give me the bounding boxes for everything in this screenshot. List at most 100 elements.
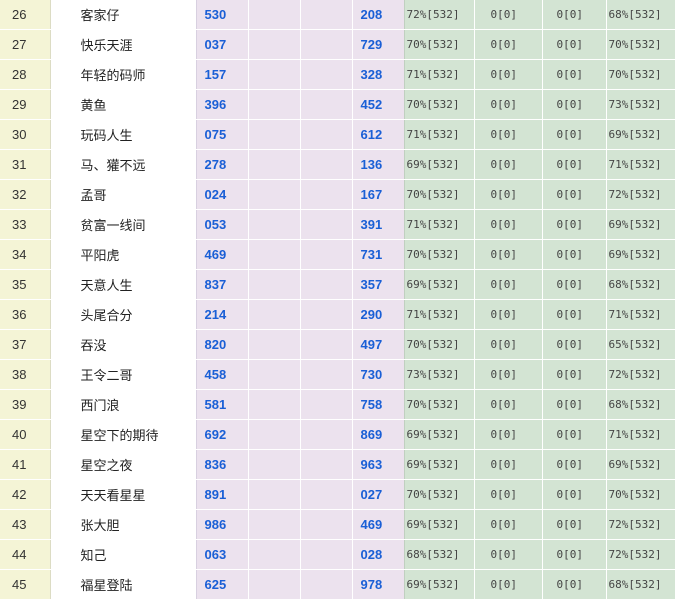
first-number-cell: 024 <box>196 179 249 210</box>
rate-cell-4: 72%[532] <box>606 539 675 570</box>
empty-cell <box>300 419 353 450</box>
rate-cell-1: 70%[532] <box>404 479 475 510</box>
empty-cell <box>300 479 353 510</box>
empty-cell <box>300 89 353 120</box>
rate-cell-3: 0[0] <box>542 149 607 180</box>
name-cell: 西门浪 <box>50 389 197 420</box>
empty-cell <box>300 509 353 540</box>
rate-cell-3: 0[0] <box>542 449 607 480</box>
table-row: 33 贫富一线间 053 391 71%[532] 0[0] 0[0] 69%[532] <box>0 209 675 240</box>
empty-cell <box>300 539 353 570</box>
rate-cell-2: 0[0] <box>474 569 543 600</box>
name-cell: 年轻的码师 <box>50 59 197 90</box>
first-number-cell: 581 <box>196 389 249 420</box>
name-cell: 客家仔 <box>50 0 197 30</box>
rate-cell-3: 0[0] <box>542 509 607 540</box>
rank-cell: 44 <box>0 539 51 570</box>
name-cell: 玩码人生 <box>50 119 197 150</box>
rate-cell-2: 0[0] <box>474 209 543 240</box>
rate-cell-2: 0[0] <box>474 179 543 210</box>
name-cell: 知己 <box>50 539 197 570</box>
name-cell: 福星登陆 <box>50 569 197 600</box>
rate-cell-1: 69%[532] <box>404 149 475 180</box>
second-number-cell: 729 <box>352 29 405 60</box>
second-number-cell: 497 <box>352 329 405 360</box>
rate-cell-2: 0[0] <box>474 509 543 540</box>
empty-cell <box>248 29 301 60</box>
rate-cell-4: 69%[532] <box>606 119 675 150</box>
name-cell: 黄鱼 <box>50 89 197 120</box>
rate-cell-4: 70%[532] <box>606 59 675 90</box>
rate-cell-4: 69%[532] <box>606 239 675 270</box>
rank-cell: 30 <box>0 119 51 150</box>
empty-cell <box>248 269 301 300</box>
empty-cell <box>248 239 301 270</box>
rate-cell-3: 0[0] <box>542 269 607 300</box>
name-cell: 吞没 <box>50 329 197 360</box>
second-number-cell: 391 <box>352 209 405 240</box>
rank-cell: 42 <box>0 479 51 510</box>
rate-cell-3: 0[0] <box>542 479 607 510</box>
empty-cell <box>248 569 301 600</box>
rate-cell-1: 72%[532] <box>404 0 475 30</box>
empty-cell <box>300 0 353 30</box>
name-cell: 星空下的期待 <box>50 419 197 450</box>
name-cell: 孟哥 <box>50 179 197 210</box>
rate-cell-2: 0[0] <box>474 449 543 480</box>
rank-cell: 35 <box>0 269 51 300</box>
rate-cell-1: 73%[532] <box>404 359 475 390</box>
rate-cell-2: 0[0] <box>474 0 543 30</box>
rank-cell: 34 <box>0 239 51 270</box>
empty-cell <box>248 0 301 30</box>
rank-cell: 37 <box>0 329 51 360</box>
empty-cell <box>300 569 353 600</box>
rate-cell-2: 0[0] <box>474 119 543 150</box>
rate-cell-4: 68%[532] <box>606 269 675 300</box>
table-row: 45 福星登陆 625 978 69%[532] 0[0] 0[0] 68%[532] <box>0 569 675 600</box>
rank-cell: 45 <box>0 569 51 600</box>
table-row: 40 星空下的期待 692 869 69%[532] 0[0] 0[0] 71%[532] <box>0 419 675 450</box>
rate-cell-1: 71%[532] <box>404 59 475 90</box>
rate-cell-4: 68%[532] <box>606 0 675 30</box>
empty-cell <box>248 329 301 360</box>
rate-cell-1: 69%[532] <box>404 419 475 450</box>
table-row: 27 快乐天涯 037 729 70%[532] 0[0] 0[0] 70%[532] <box>0 29 675 60</box>
rank-cell: 38 <box>0 359 51 390</box>
name-cell: 快乐天涯 <box>50 29 197 60</box>
rate-cell-3: 0[0] <box>542 389 607 420</box>
second-number-cell: 028 <box>352 539 405 570</box>
second-number-cell: 963 <box>352 449 405 480</box>
empty-cell <box>300 449 353 480</box>
rate-cell-1: 70%[532] <box>404 329 475 360</box>
rank-cell: 43 <box>0 509 51 540</box>
first-number-cell: 063 <box>196 539 249 570</box>
rate-cell-4: 71%[532] <box>606 299 675 330</box>
first-number-cell: 053 <box>196 209 249 240</box>
rate-cell-3: 0[0] <box>542 119 607 150</box>
rate-cell-3: 0[0] <box>542 329 607 360</box>
first-number-cell: 278 <box>196 149 249 180</box>
empty-cell <box>248 479 301 510</box>
first-number-cell: 837 <box>196 269 249 300</box>
rate-cell-1: 70%[532] <box>404 239 475 270</box>
table-row: 41 星空之夜 836 963 69%[532] 0[0] 0[0] 69%[532] <box>0 449 675 480</box>
second-number-cell: 452 <box>352 89 405 120</box>
rate-cell-2: 0[0] <box>474 59 543 90</box>
first-number-cell: 157 <box>196 59 249 90</box>
rate-cell-1: 71%[532] <box>404 299 475 330</box>
second-number-cell: 290 <box>352 299 405 330</box>
rate-cell-3: 0[0] <box>542 239 607 270</box>
name-cell: 贫富一线间 <box>50 209 197 240</box>
empty-cell <box>248 389 301 420</box>
rate-cell-2: 0[0] <box>474 299 543 330</box>
name-cell: 平阳虎 <box>50 239 197 270</box>
rate-cell-1: 68%[532] <box>404 539 475 570</box>
table-row: 29 黄鱼 396 452 70%[532] 0[0] 0[0] 73%[532] <box>0 89 675 120</box>
ranking-table-body: 26 客家仔 530 208 72%[532] 0[0] 0[0] 68%[532] 27 快乐天… <box>0 0 675 600</box>
name-cell: 张大胆 <box>50 509 197 540</box>
first-number-cell: 530 <box>196 0 249 30</box>
table-row: 30 玩码人生 075 612 71%[532] 0[0] 0[0] 69%[532] <box>0 119 675 150</box>
second-number-cell: 869 <box>352 419 405 450</box>
rate-cell-4: 72%[532] <box>606 509 675 540</box>
rate-cell-2: 0[0] <box>474 89 543 120</box>
